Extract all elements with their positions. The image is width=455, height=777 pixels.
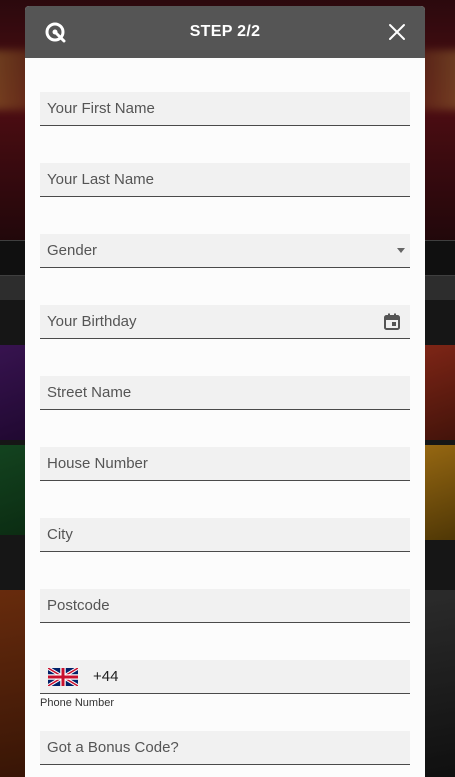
dial-code: +44 [93,668,119,685]
last-name-placeholder: Your Last Name [47,171,155,188]
modal-header: STEP 2/2 [25,6,425,58]
postcode-placeholder: Postcode [47,597,110,614]
bonus-code-placeholder: Got a Bonus Code? [47,739,179,756]
registration-modal: STEP 2/2 Your First Name Your Last Name … [25,6,425,777]
city-placeholder: City [47,526,73,543]
city-field[interactable]: City [40,518,410,552]
chevron-down-icon [397,248,405,253]
birthday-field[interactable]: Your Birthday [40,305,410,339]
postcode-field[interactable]: Postcode [40,589,410,623]
house-number-field[interactable]: House Number [40,447,410,481]
brand-logo-icon [45,22,66,43]
close-icon[interactable] [387,22,407,42]
phone-number-label: Phone Number [40,697,114,709]
gender-placeholder: Gender [47,242,98,259]
step-title: STEP 2/2 [189,23,261,40]
last-name-field[interactable]: Your Last Name [40,163,410,197]
phone-number-field[interactable]: +44 [40,660,410,694]
first-name-field[interactable]: Your First Name [40,92,410,126]
street-name-field[interactable]: Street Name [40,376,410,410]
gender-select[interactable]: Gender [40,234,410,268]
house-number-placeholder: House Number [47,455,148,472]
calendar-icon[interactable] [384,313,400,330]
street-name-placeholder: Street Name [47,384,132,401]
uk-flag-icon[interactable] [48,668,78,686]
birthday-placeholder: Your Birthday [47,313,137,330]
bonus-code-field[interactable]: Got a Bonus Code? [40,731,410,765]
first-name-placeholder: Your First Name [47,100,155,117]
